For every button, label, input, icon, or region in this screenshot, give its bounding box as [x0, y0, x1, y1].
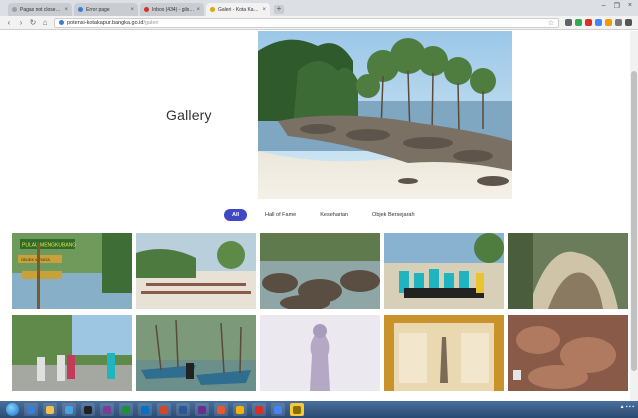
page-title: Gallery [166, 107, 212, 123]
taskbar-app-icon[interactable] [81, 403, 95, 416]
app-icon [293, 405, 301, 414]
url-text: potensi-kotakapur.bangka.go.id/galeri [67, 20, 545, 26]
gmail-icon [144, 7, 149, 12]
tab-favicon-icon [12, 7, 17, 12]
browser-tab[interactable]: Pagas not closed proper× [8, 3, 72, 16]
taskbar-app-icon[interactable] [252, 403, 266, 416]
gallery-item-statue-artifact[interactable] [260, 315, 380, 391]
back-icon[interactable]: ‹ [4, 18, 14, 27]
taskbar-app-icon[interactable] [62, 403, 76, 416]
app-icon [236, 405, 244, 414]
close-icon[interactable]: × [64, 7, 68, 13]
taskbar-app-icon[interactable] [138, 403, 152, 416]
gallery-filter-bar: All Hall of Fame Keseharian Objek Bersej… [224, 209, 421, 221]
chrome-icon [274, 405, 282, 414]
gallery-item-village-walk[interactable] [12, 315, 132, 391]
start-button[interactable] [6, 403, 19, 416]
browser-tab[interactable]: Error page × [74, 3, 138, 16]
minimize-icon[interactable]: – [602, 2, 606, 10]
gallery-item-excavation-site[interactable] [508, 315, 628, 391]
reload-icon[interactable]: ↻ [28, 18, 38, 27]
search-icon[interactable] [565, 19, 572, 26]
extension-icon[interactable] [585, 19, 592, 26]
gallery-item-fishing-boats[interactable] [136, 315, 256, 391]
menu-icon[interactable] [625, 19, 632, 26]
extension-icon[interactable] [605, 19, 612, 26]
app-icon [255, 405, 263, 414]
tab-title: Inbox (434) - gilsipudall [152, 6, 194, 13]
hero-image-mangrove-beach [258, 31, 512, 199]
tab-title: Error page [86, 6, 110, 13]
home-icon[interactable]: ⌂ [40, 18, 50, 27]
close-icon[interactable]: × [262, 7, 266, 13]
filter-hall-of-fame[interactable]: Hall of Fame [259, 210, 302, 220]
gallery-item-signpost[interactable]: PULAU MENGKUBANG OBJEK WISATA [12, 233, 132, 309]
folder-icon [46, 405, 54, 414]
app-icon [84, 405, 92, 414]
taskbar-app-icon[interactable] [119, 403, 133, 416]
outlook-icon [141, 405, 149, 414]
gallery-item-rocky-beach[interactable] [260, 233, 380, 309]
app-icon [198, 405, 206, 414]
media-player-icon [65, 405, 73, 414]
taskbar-app-icon[interactable] [290, 403, 304, 416]
taskbar-app-icon[interactable] [195, 403, 209, 416]
excel-icon [122, 405, 130, 414]
scrollbar-thumb[interactable] [631, 71, 637, 371]
onenote-icon [103, 405, 111, 414]
tab-title: Pagas not closed proper [20, 6, 63, 13]
filter-objek-bersejarah[interactable]: Objek Bersejarah [366, 210, 421, 220]
filter-all[interactable]: All [224, 209, 248, 221]
browser-toolbar: ‹ › ↻ ⌂ potensi-kotakapur.bangka.go.id/g… [0, 16, 638, 30]
url-path: /galeri [143, 19, 159, 26]
new-tab-button[interactable]: + [274, 5, 284, 14]
tab-title: Galeri - Kota Kapur [218, 6, 261, 13]
extension-icon[interactable] [615, 19, 622, 26]
ie-icon [27, 405, 35, 414]
tab-favicon-icon [210, 7, 215, 12]
address-bar[interactable]: potensi-kotakapur.bangka.go.id/galeri ☆ [54, 17, 559, 28]
extension-icon[interactable] [595, 19, 602, 26]
word-icon [179, 405, 187, 414]
extension-icon[interactable] [575, 19, 582, 26]
close-icon[interactable]: × [130, 7, 134, 13]
url-host: potensi-kotakapur.bangka.go.id [67, 19, 144, 26]
maximize-icon[interactable]: ❐ [614, 2, 620, 10]
bookmark-star-icon[interactable]: ☆ [548, 19, 554, 27]
sign-text: PULAU MENGKUBANG [22, 243, 76, 249]
filter-keseharian[interactable]: Keseharian [314, 210, 354, 220]
extension-icons [565, 19, 632, 26]
system-tray[interactable]: ▲ ▪ ▪ ▪ [620, 404, 634, 410]
scrollbar[interactable] [630, 31, 638, 401]
gallery-item-cave[interactable] [508, 233, 628, 309]
close-icon[interactable]: × [196, 7, 200, 13]
gallery-item-museum-display[interactable] [384, 315, 504, 391]
browser-tab[interactable]: Inbox (434) - gilsipudall× [140, 3, 204, 16]
taskbar-app-icon[interactable] [233, 403, 247, 416]
powerpoint-icon [160, 405, 168, 414]
browser-tab-strip: Pagas not closed proper× Error page× Inb… [0, 0, 638, 16]
taskbar-app-icon[interactable] [43, 403, 57, 416]
browser-tab-active[interactable]: Galeri - Kota Kapur × [206, 3, 270, 16]
forward-icon[interactable]: › [16, 18, 26, 27]
sign-text: OBJEK WISATA [21, 257, 50, 262]
taskbar-app-icon[interactable] [176, 403, 190, 416]
window-controls: – ❐ × [602, 2, 632, 10]
taskbar-app-icon[interactable] [271, 403, 285, 416]
gallery-item-beach-shore[interactable] [136, 233, 256, 309]
close-window-icon[interactable]: × [628, 2, 632, 10]
os-taskbar: ▲ ▪ ▪ ▪ [0, 401, 638, 418]
tab-favicon-icon [78, 7, 83, 12]
taskbar-app-icon[interactable] [214, 403, 228, 416]
taskbar-app-icon[interactable] [157, 403, 171, 416]
site-info-icon[interactable] [59, 20, 64, 25]
taskbar-app-icon[interactable] [24, 403, 38, 416]
gallery-item-group-photo[interactable] [384, 233, 504, 309]
firefox-icon [217, 405, 225, 414]
taskbar-app-icon[interactable] [100, 403, 114, 416]
